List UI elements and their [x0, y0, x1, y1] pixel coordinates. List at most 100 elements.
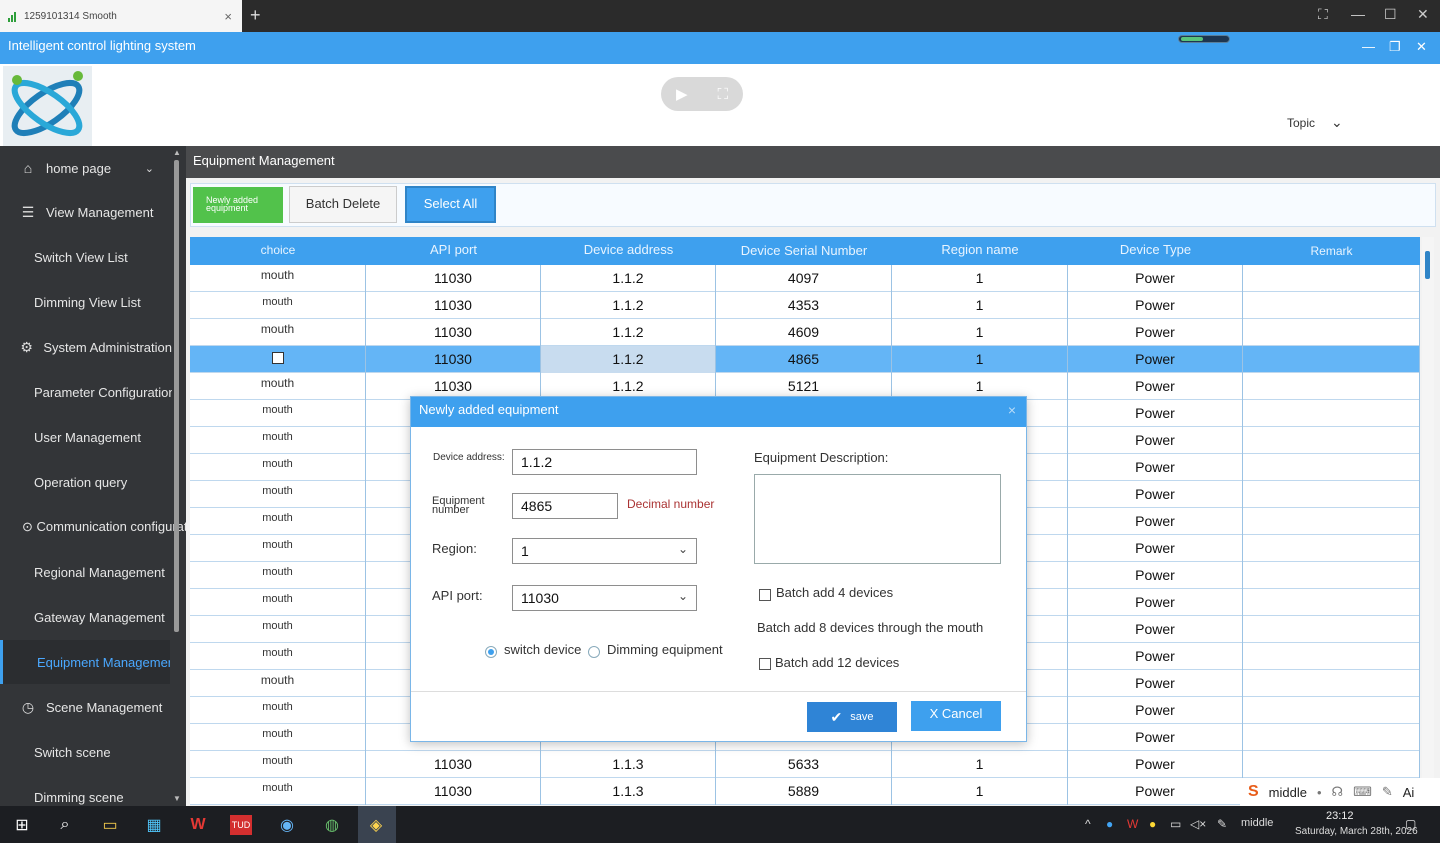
sidebar-item-switch-view-list[interactable]: Switch View List: [0, 235, 172, 279]
sidebar-item-parameter-configuration[interactable]: Parameter Configuration: [0, 370, 172, 414]
dimming-equipment-radio[interactable]: [588, 646, 600, 658]
device-address-field[interactable]: 1.1.2: [512, 449, 697, 475]
table-row[interactable]: mouth 11030 1.1.2 4353 1 Power: [190, 292, 1420, 319]
sidebar-item-dimming-view-list[interactable]: Dimming View List: [0, 280, 172, 324]
browser-icon[interactable]: ◉: [275, 813, 299, 837]
batch-add-12-checkbox[interactable]: [759, 658, 771, 670]
sidebar-item-home[interactable]: ⌂ home page ⌄: [0, 146, 172, 190]
clock-date[interactable]: Saturday, March 28th, 2026: [1295, 826, 1418, 837]
batch-delete-button[interactable]: Batch Delete: [289, 186, 397, 223]
equipment-description-field[interactable]: [754, 474, 1001, 564]
cancel-button[interactable]: X Cancel: [911, 701, 1001, 731]
table-cell[interactable]: mouth: [190, 481, 366, 508]
row-checkbox[interactable]: [190, 346, 366, 373]
tray-expand-icon[interactable]: ^: [1085, 817, 1091, 831]
fullscreen-icon[interactable]: ⛶: [1318, 6, 1328, 23]
sidebar-item-regional-management[interactable]: Regional Management: [0, 550, 172, 594]
sidebar-item-dimming-scene[interactable]: Dimming scene: [0, 775, 172, 806]
sidebar-item-view-management[interactable]: ☰ View Management: [0, 190, 172, 234]
sidebar-item-scene-management[interactable]: ◷ Scene Management: [0, 685, 172, 729]
column-header[interactable]: API port: [366, 237, 541, 265]
ime-mode[interactable]: middle: [1269, 785, 1307, 800]
column-header[interactable]: Remark: [1243, 237, 1420, 265]
switch-device-radio[interactable]: [485, 646, 497, 658]
table-cell[interactable]: mouth: [190, 535, 366, 562]
table-cell[interactable]: mouth: [190, 670, 366, 697]
column-header[interactable]: Region name: [892, 237, 1068, 265]
column-header[interactable]: Device Serial Number: [716, 237, 892, 265]
file-explorer-icon[interactable]: ▭: [98, 813, 122, 837]
sidebar-scrollbar[interactable]: [174, 160, 179, 632]
app-restore-icon[interactable]: ❐: [1389, 39, 1401, 55]
table-cell[interactable]: mouth: [190, 454, 366, 481]
table-cell[interactable]: mouth: [190, 562, 366, 589]
table-cell[interactable]: mouth: [190, 751, 366, 778]
volume-icon[interactable]: ◁×: [1190, 817, 1206, 831]
new-tab-icon[interactable]: +: [250, 5, 261, 26]
sidebar-item-operation-query[interactable]: Operation query: [0, 460, 172, 504]
minimize-icon[interactable]: —: [1351, 6, 1365, 22]
table-cell[interactable]: mouth: [190, 292, 366, 319]
api-port-select[interactable]: 11030 ⌄: [512, 585, 697, 611]
table-cell[interactable]: mouth: [190, 589, 366, 616]
checkbox-icon[interactable]: [271, 352, 284, 364]
batch-add-8-label[interactable]: Batch add 8 devices through the mouth: [757, 620, 983, 635]
close-window-icon[interactable]: ✕: [1417, 6, 1429, 23]
tray-wps-icon[interactable]: W: [1127, 817, 1138, 831]
ime-keyboard-icon[interactable]: ⌨: [1353, 784, 1372, 800]
batch-add-4-checkbox[interactable]: [759, 589, 771, 601]
browser-tab[interactable]: 1259101314 Smooth ×: [0, 0, 242, 32]
scroll-down-icon[interactable]: ▼: [173, 794, 181, 803]
table-row[interactable]: mouth 11030 1.1.2 4097 1 Power: [190, 265, 1420, 292]
play-icon[interactable]: ▶: [676, 85, 688, 103]
sidebar-item-communication-configuration[interactable]: ⊙ Communication configuration: [0, 505, 186, 549]
table-cell[interactable]: mouth: [190, 508, 366, 535]
table-cell[interactable]: mouth: [190, 427, 366, 454]
ime-skin-icon[interactable]: ✎: [1382, 784, 1393, 800]
table-cell[interactable]: mouth: [190, 265, 366, 292]
table-cell[interactable]: mouth: [190, 373, 366, 400]
select-all-button[interactable]: Select All: [405, 186, 496, 223]
ime-dot-icon[interactable]: •: [1317, 785, 1322, 800]
save-button[interactable]: ✔ save: [807, 702, 897, 732]
close-icon[interactable]: ×: [1008, 402, 1016, 418]
table-row[interactable]: mouth 11030 1.1.3 5633 1 Power: [190, 751, 1420, 778]
column-header[interactable]: Device address: [541, 237, 716, 265]
table-cell[interactable]: mouth: [190, 697, 366, 724]
notification-icon[interactable]: ▢: [1405, 817, 1416, 831]
table-cell[interactable]: mouth: [190, 643, 366, 670]
tud-icon[interactable]: TUD: [230, 815, 252, 835]
equipment-number-field[interactable]: 4865: [512, 493, 618, 519]
tray-app-icon[interactable]: ●: [1106, 817, 1113, 831]
maximize-icon[interactable]: ☐: [1384, 6, 1397, 23]
scroll-up-icon[interactable]: ▲: [173, 148, 181, 157]
start-icon[interactable]: ⊞: [10, 813, 34, 837]
ime-logo-icon[interactable]: S: [1248, 783, 1259, 801]
app-close-icon[interactable]: ✕: [1416, 39, 1427, 55]
tray-ime-label[interactable]: middle: [1241, 817, 1273, 829]
search-icon[interactable]: ⌕: [53, 813, 77, 837]
expand-icon[interactable]: ⛶: [718, 86, 729, 103]
chat-icon[interactable]: ◍: [320, 813, 344, 837]
ime-ai-icon[interactable]: Ai: [1403, 785, 1415, 800]
sidebar-item-switch-scene[interactable]: Switch scene: [0, 730, 172, 774]
clock-time[interactable]: 23:12: [1326, 810, 1354, 822]
wps-icon[interactable]: W: [186, 813, 210, 837]
newly-added-equipment-button[interactable]: Newly added equipment: [193, 187, 283, 223]
table-scrollbar[interactable]: [1422, 237, 1434, 803]
sidebar-item-equipment-management[interactable]: Equipment Management: [0, 640, 170, 684]
sidebar-item-gateway-management[interactable]: Gateway Management: [0, 595, 172, 639]
column-header[interactable]: choice: [190, 237, 366, 265]
tab-close-icon[interactable]: ×: [224, 9, 232, 24]
table-cell[interactable]: mouth: [190, 778, 366, 805]
network-icon[interactable]: ▭: [1170, 817, 1181, 831]
tray-status-icon[interactable]: ●: [1149, 817, 1156, 831]
column-header[interactable]: Device Type: [1068, 237, 1243, 265]
table-row[interactable]: 11030 1.1.2 4865 1 Power: [190, 346, 1420, 373]
ime-voice-icon[interactable]: ☊: [1332, 784, 1344, 800]
pen-icon[interactable]: ✎: [1217, 817, 1227, 831]
table-row[interactable]: mouth 11030 1.1.3 5889 1 Power: [190, 778, 1420, 805]
table-cell[interactable]: mouth: [190, 400, 366, 427]
chevron-down-icon[interactable]: ⌄: [1331, 114, 1343, 131]
topic-label[interactable]: Topic: [1287, 116, 1315, 130]
